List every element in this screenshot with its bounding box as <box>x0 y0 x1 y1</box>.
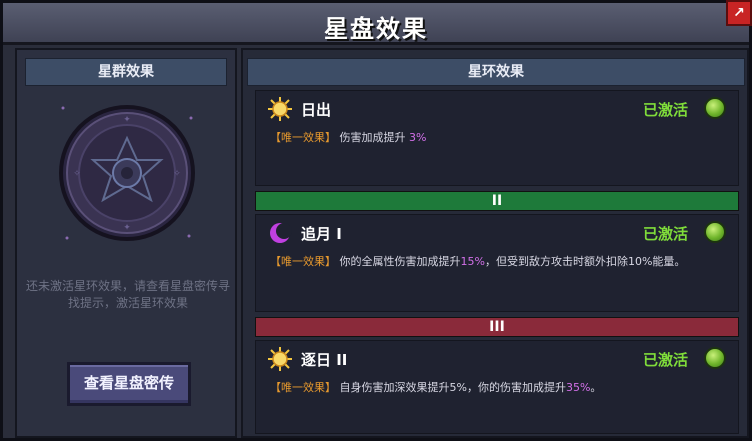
ring-effects-panel: 星环效果 日出 已激活 【唯一效果】 伤害加成提升 3% II 追月 I 已激活… <box>241 48 749 438</box>
ring-effects-header: 星环效果 <box>247 58 745 86</box>
ring-card-chase-sun: 逐日 II 已激活 【唯一效果】 自身伤害加深效果提升5%，你的伤害加成提升35… <box>255 340 739 434</box>
ring-status: 已激活 <box>642 225 688 243</box>
effect-value: 35% <box>565 381 591 394</box>
effect-tag: 【唯一效果】 <box>270 381 336 394</box>
ring-effect-text: 【唯一效果】 自身伤害加深效果提升5%，你的伤害加成提升35%。 <box>270 381 730 395</box>
ring-status: 已激活 <box>642 101 688 119</box>
effect-tag: 【唯一效果】 <box>270 255 336 268</box>
constellation-panel: 星群效果 ✦ ✧ ✧ ✦ 还未激活星环效果，请查看星盘密传寻找提示，激活星环效果… <box>15 48 237 438</box>
sun-icon <box>268 97 292 121</box>
active-orb-icon <box>704 97 726 119</box>
effect-value: 15% <box>460 255 485 268</box>
effect-desc: 你的全属性伤害加成提升 <box>339 255 461 268</box>
ring-name: 日出 <box>301 101 332 119</box>
ring-status: 已激活 <box>642 351 688 369</box>
svg-text:✦: ✦ <box>123 223 131 233</box>
window-title: 星盘效果 <box>324 15 428 43</box>
constellation-header: 星群效果 <box>25 58 227 86</box>
star-chart-window: 星盘效果 ↗ 星群效果 ✦ ✧ ✧ ✦ 还未激活星环效果，请查看星盘密传寻找提示… <box>0 0 752 441</box>
active-orb-icon <box>704 221 726 243</box>
ring-divider-3: III <box>255 317 739 337</box>
svg-text:✧: ✧ <box>73 169 81 179</box>
title-bar: 星盘效果 <box>3 3 749 45</box>
close-icon: ↗ <box>733 5 745 21</box>
effect-desc-tail: ，但受到敌方攻击时额外扣除10%能量。 <box>484 255 686 268</box>
close-button[interactable]: ↗ <box>726 0 752 26</box>
ring-name: 逐日 II <box>301 351 348 369</box>
effect-value: 3% <box>409 131 427 144</box>
ring-effect-text: 【唯一效果】 你的全属性伤害加成提升15%，但受到敌方攻击时额外扣除10%能量。 <box>270 255 730 269</box>
effect-desc: 自身伤害加深效果提升5%，你的伤害加成提升 <box>339 381 566 394</box>
view-star-chart-secrets-button[interactable]: 查看星盘密传 <box>67 362 191 406</box>
star-chart-icon: ✦ ✧ ✧ ✦ <box>59 105 195 241</box>
crescent-moon-icon <box>270 223 292 243</box>
active-orb-icon <box>704 347 726 369</box>
ring-card-sunrise: 日出 已激活 【唯一效果】 伤害加成提升 3% <box>255 90 739 186</box>
ring-name: 追月 I <box>301 225 342 243</box>
effect-desc-tail: 。 <box>590 381 602 394</box>
ring-effect-text: 【唯一效果】 伤害加成提升 3% <box>270 131 730 145</box>
svg-text:✦: ✦ <box>123 115 131 125</box>
activation-hint: 还未激活星环效果，请查看星盘密传寻找提示，激活星环效果 <box>25 279 230 310</box>
sun-icon <box>268 347 292 371</box>
ring-divider-2: II <box>255 191 739 211</box>
svg-text:✧: ✧ <box>173 169 181 179</box>
effect-desc: 伤害加成提升 <box>339 131 409 144</box>
effect-tag: 【唯一效果】 <box>270 131 336 144</box>
ring-card-chase-moon: 追月 I 已激活 【唯一效果】 你的全属性伤害加成提升15%，但受到敌方攻击时额… <box>255 214 739 312</box>
